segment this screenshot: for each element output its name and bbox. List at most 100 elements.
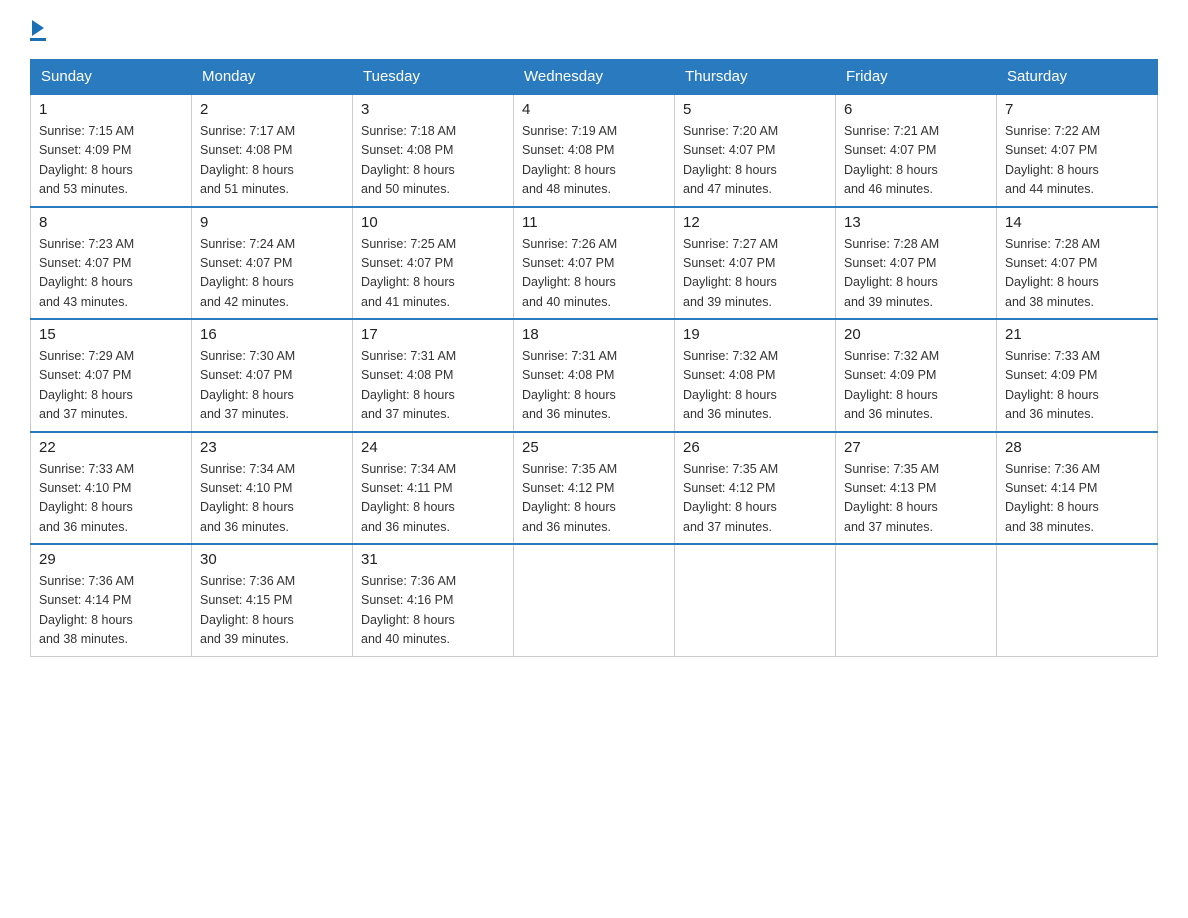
day-number: 9 [200, 214, 344, 231]
day-number: 13 [844, 214, 988, 231]
calendar-cell: 29 Sunrise: 7:36 AM Sunset: 4:14 PM Dayl… [31, 544, 192, 656]
calendar-cell: 23 Sunrise: 7:34 AM Sunset: 4:10 PM Dayl… [192, 432, 353, 545]
day-number: 11 [522, 214, 666, 231]
calendar-cell [836, 544, 997, 656]
calendar-cell: 5 Sunrise: 7:20 AM Sunset: 4:07 PM Dayli… [675, 94, 836, 207]
day-info: Sunrise: 7:34 AM Sunset: 4:11 PM Dayligh… [361, 460, 505, 538]
calendar-cell: 8 Sunrise: 7:23 AM Sunset: 4:07 PM Dayli… [31, 207, 192, 320]
calendar-cell: 17 Sunrise: 7:31 AM Sunset: 4:08 PM Dayl… [353, 319, 514, 432]
logo-underline [30, 38, 46, 41]
calendar-cell: 10 Sunrise: 7:25 AM Sunset: 4:07 PM Dayl… [353, 207, 514, 320]
day-info: Sunrise: 7:33 AM Sunset: 4:09 PM Dayligh… [1005, 347, 1149, 425]
day-number: 30 [200, 551, 344, 568]
calendar-cell: 30 Sunrise: 7:36 AM Sunset: 4:15 PM Dayl… [192, 544, 353, 656]
day-number: 29 [39, 551, 183, 568]
day-info: Sunrise: 7:36 AM Sunset: 4:14 PM Dayligh… [1005, 460, 1149, 538]
calendar-cell: 3 Sunrise: 7:18 AM Sunset: 4:08 PM Dayli… [353, 94, 514, 207]
day-info: Sunrise: 7:22 AM Sunset: 4:07 PM Dayligh… [1005, 122, 1149, 200]
calendar-cell: 18 Sunrise: 7:31 AM Sunset: 4:08 PM Dayl… [514, 319, 675, 432]
weekday-header-wednesday: Wednesday [514, 60, 675, 95]
day-number: 16 [200, 326, 344, 343]
day-info: Sunrise: 7:21 AM Sunset: 4:07 PM Dayligh… [844, 122, 988, 200]
calendar-cell: 11 Sunrise: 7:26 AM Sunset: 4:07 PM Dayl… [514, 207, 675, 320]
calendar-cell: 27 Sunrise: 7:35 AM Sunset: 4:13 PM Dayl… [836, 432, 997, 545]
day-info: Sunrise: 7:28 AM Sunset: 4:07 PM Dayligh… [844, 235, 988, 313]
calendar-cell: 21 Sunrise: 7:33 AM Sunset: 4:09 PM Dayl… [997, 319, 1158, 432]
calendar-week-1: 1 Sunrise: 7:15 AM Sunset: 4:09 PM Dayli… [31, 94, 1158, 207]
day-number: 2 [200, 101, 344, 118]
day-info: Sunrise: 7:31 AM Sunset: 4:08 PM Dayligh… [522, 347, 666, 425]
calendar-cell: 6 Sunrise: 7:21 AM Sunset: 4:07 PM Dayli… [836, 94, 997, 207]
day-number: 21 [1005, 326, 1149, 343]
day-info: Sunrise: 7:17 AM Sunset: 4:08 PM Dayligh… [200, 122, 344, 200]
day-number: 17 [361, 326, 505, 343]
day-info: Sunrise: 7:36 AM Sunset: 4:14 PM Dayligh… [39, 572, 183, 650]
calendar-table: SundayMondayTuesdayWednesdayThursdayFrid… [30, 59, 1158, 657]
calendar-cell: 12 Sunrise: 7:27 AM Sunset: 4:07 PM Dayl… [675, 207, 836, 320]
calendar-week-3: 15 Sunrise: 7:29 AM Sunset: 4:07 PM Dayl… [31, 319, 1158, 432]
day-number: 14 [1005, 214, 1149, 231]
calendar-week-5: 29 Sunrise: 7:36 AM Sunset: 4:14 PM Dayl… [31, 544, 1158, 656]
calendar-header-row: SundayMondayTuesdayWednesdayThursdayFrid… [31, 60, 1158, 95]
day-number: 5 [683, 101, 827, 118]
day-info: Sunrise: 7:15 AM Sunset: 4:09 PM Dayligh… [39, 122, 183, 200]
logo-triangle-icon [32, 20, 44, 36]
day-number: 18 [522, 326, 666, 343]
calendar-cell: 22 Sunrise: 7:33 AM Sunset: 4:10 PM Dayl… [31, 432, 192, 545]
day-number: 15 [39, 326, 183, 343]
calendar-cell: 7 Sunrise: 7:22 AM Sunset: 4:07 PM Dayli… [997, 94, 1158, 207]
day-info: Sunrise: 7:35 AM Sunset: 4:12 PM Dayligh… [683, 460, 827, 538]
calendar-cell [675, 544, 836, 656]
weekday-header-tuesday: Tuesday [353, 60, 514, 95]
calendar-cell: 15 Sunrise: 7:29 AM Sunset: 4:07 PM Dayl… [31, 319, 192, 432]
day-number: 23 [200, 439, 344, 456]
logo [30, 20, 46, 41]
weekday-header-thursday: Thursday [675, 60, 836, 95]
weekday-header-saturday: Saturday [997, 60, 1158, 95]
day-number: 8 [39, 214, 183, 231]
day-number: 26 [683, 439, 827, 456]
day-info: Sunrise: 7:36 AM Sunset: 4:16 PM Dayligh… [361, 572, 505, 650]
day-info: Sunrise: 7:23 AM Sunset: 4:07 PM Dayligh… [39, 235, 183, 313]
weekday-header-monday: Monday [192, 60, 353, 95]
calendar-cell: 28 Sunrise: 7:36 AM Sunset: 4:14 PM Dayl… [997, 432, 1158, 545]
day-info: Sunrise: 7:30 AM Sunset: 4:07 PM Dayligh… [200, 347, 344, 425]
page-header [30, 20, 1158, 41]
day-info: Sunrise: 7:24 AM Sunset: 4:07 PM Dayligh… [200, 235, 344, 313]
day-number: 6 [844, 101, 988, 118]
weekday-header-sunday: Sunday [31, 60, 192, 95]
calendar-cell: 24 Sunrise: 7:34 AM Sunset: 4:11 PM Dayl… [353, 432, 514, 545]
day-info: Sunrise: 7:36 AM Sunset: 4:15 PM Dayligh… [200, 572, 344, 650]
day-number: 1 [39, 101, 183, 118]
calendar-cell: 2 Sunrise: 7:17 AM Sunset: 4:08 PM Dayli… [192, 94, 353, 207]
day-info: Sunrise: 7:33 AM Sunset: 4:10 PM Dayligh… [39, 460, 183, 538]
day-info: Sunrise: 7:32 AM Sunset: 4:09 PM Dayligh… [844, 347, 988, 425]
day-number: 19 [683, 326, 827, 343]
calendar-cell: 9 Sunrise: 7:24 AM Sunset: 4:07 PM Dayli… [192, 207, 353, 320]
day-number: 25 [522, 439, 666, 456]
calendar-cell: 26 Sunrise: 7:35 AM Sunset: 4:12 PM Dayl… [675, 432, 836, 545]
day-info: Sunrise: 7:29 AM Sunset: 4:07 PM Dayligh… [39, 347, 183, 425]
day-info: Sunrise: 7:18 AM Sunset: 4:08 PM Dayligh… [361, 122, 505, 200]
calendar-cell: 19 Sunrise: 7:32 AM Sunset: 4:08 PM Dayl… [675, 319, 836, 432]
day-info: Sunrise: 7:27 AM Sunset: 4:07 PM Dayligh… [683, 235, 827, 313]
calendar-cell: 14 Sunrise: 7:28 AM Sunset: 4:07 PM Dayl… [997, 207, 1158, 320]
day-number: 28 [1005, 439, 1149, 456]
day-info: Sunrise: 7:35 AM Sunset: 4:13 PM Dayligh… [844, 460, 988, 538]
calendar-cell: 20 Sunrise: 7:32 AM Sunset: 4:09 PM Dayl… [836, 319, 997, 432]
calendar-cell: 31 Sunrise: 7:36 AM Sunset: 4:16 PM Dayl… [353, 544, 514, 656]
calendar-week-4: 22 Sunrise: 7:33 AM Sunset: 4:10 PM Dayl… [31, 432, 1158, 545]
day-info: Sunrise: 7:26 AM Sunset: 4:07 PM Dayligh… [522, 235, 666, 313]
calendar-cell [514, 544, 675, 656]
day-number: 27 [844, 439, 988, 456]
day-info: Sunrise: 7:28 AM Sunset: 4:07 PM Dayligh… [1005, 235, 1149, 313]
calendar-cell: 13 Sunrise: 7:28 AM Sunset: 4:07 PM Dayl… [836, 207, 997, 320]
day-number: 4 [522, 101, 666, 118]
day-info: Sunrise: 7:19 AM Sunset: 4:08 PM Dayligh… [522, 122, 666, 200]
day-number: 20 [844, 326, 988, 343]
day-number: 24 [361, 439, 505, 456]
day-info: Sunrise: 7:25 AM Sunset: 4:07 PM Dayligh… [361, 235, 505, 313]
calendar-cell: 1 Sunrise: 7:15 AM Sunset: 4:09 PM Dayli… [31, 94, 192, 207]
day-number: 31 [361, 551, 505, 568]
day-number: 12 [683, 214, 827, 231]
